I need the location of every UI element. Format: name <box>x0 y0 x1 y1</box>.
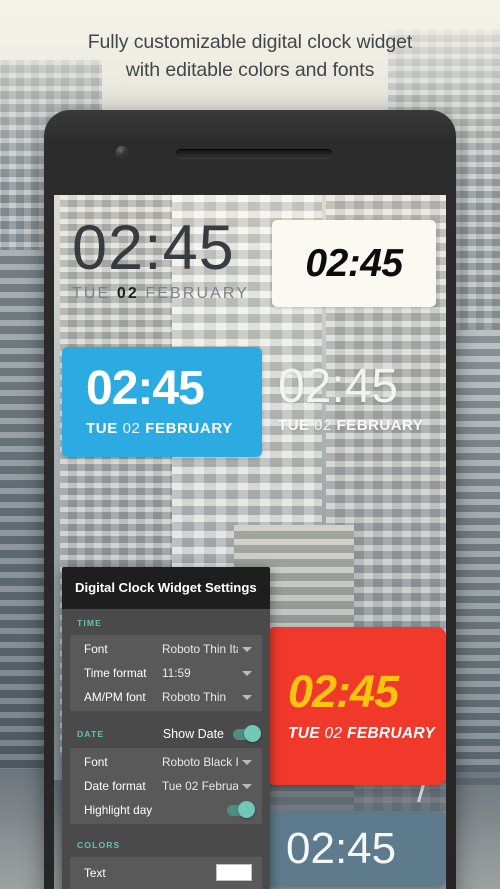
promo-headline: Fully customizable digital clock widget … <box>0 28 500 84</box>
headline-line-2: with editable colors and fonts <box>125 59 375 81</box>
chevron-down-icon[interactable] <box>242 759 252 765</box>
clock-widget-thin[interactable]: 02:45 TUE 02 FEBRUARY <box>72 217 249 303</box>
settings-panel-title: Digital Clock Widget Settings <box>62 567 270 609</box>
row-ampm-font-label: AM/PM font <box>84 690 146 704</box>
row-time-format-value: 11:59 <box>162 666 191 680</box>
section-header-time: TIME <box>77 618 102 628</box>
widget-red-date-prefix: TUE <box>288 725 325 742</box>
show-date-toggle[interactable] <box>233 725 261 742</box>
chevron-down-icon[interactable] <box>242 670 252 676</box>
clock-widget-blue[interactable]: 02:45 TUE 02 FEBRUARY <box>62 347 262 457</box>
highlight-day-toggle[interactable] <box>227 801 255 818</box>
widget-thin-date-prefix: TUE <box>72 285 117 302</box>
row-time-font-label: Font <box>84 642 108 656</box>
section-header-date: DATE Show Date <box>62 718 270 748</box>
widget-red-date-day: 02 <box>324 725 343 742</box>
widget-red-date: TUE 02 FEBRUARY <box>288 725 446 743</box>
widget-blue-date-prefix: TUE <box>86 420 123 437</box>
widget-transparent-date-suffix: FEBRUARY <box>331 417 424 434</box>
section-header-date-label: DATE <box>77 729 105 739</box>
clock-widget-transparent[interactable]: 02:45 TUE 02 FEBRUARY <box>278 360 423 435</box>
widget-red-date-suffix: FEBRUARY <box>342 725 436 742</box>
widget-transparent-date: TUE 02 FEBRUARY <box>278 417 423 434</box>
clock-widget-red[interactable]: 02:45 TUE 02 FEBRUARY <box>266 627 446 785</box>
time-settings-card: Font Roboto Thin Italic Time format 11:5… <box>70 635 262 711</box>
widget-transparent-time: 02:45 <box>278 360 399 413</box>
toggle-knob-icon <box>244 725 261 742</box>
row-date-font-label: Font <box>84 755 108 769</box>
toggle-knob-icon <box>238 801 255 818</box>
widget-thin-date: TUE 02 FEBRUARY <box>72 285 249 303</box>
row-date-format-value: Tue 02 February <box>162 779 238 793</box>
row-highlight-day[interactable]: Highlight day <box>70 798 262 822</box>
clock-widget-slate[interactable]: 02:45 <box>266 811 446 886</box>
settings-panel: Digital Clock Widget Settings TIME Font … <box>62 567 270 889</box>
row-date-format-label: Date format <box>84 779 146 793</box>
chevron-down-icon[interactable] <box>242 783 252 789</box>
phone-mockup: 02:45 TUE 02 FEBRUARY 02:45 02:45 TUE 02… <box>44 110 456 889</box>
row-time-font[interactable]: Font Roboto Thin Italic <box>70 637 262 661</box>
text-color-label: Text <box>84 865 106 880</box>
widget-slate-time: 02:45 <box>286 823 397 873</box>
front-camera-icon <box>116 146 128 158</box>
show-date-control[interactable]: Show Date <box>162 725 261 742</box>
widget-thin-date-day: 02 <box>116 285 139 302</box>
row-time-format-label: Time format <box>84 666 147 680</box>
widget-blue-time: 02:45 <box>86 362 205 415</box>
show-date-label: Show Date <box>162 727 224 741</box>
widget-blue-date-day: 02 <box>122 420 141 437</box>
text-color-swatch[interactable] <box>216 864 252 881</box>
row-date-font[interactable]: Font Roboto Black Itali <box>70 750 262 774</box>
row-date-format[interactable]: Date format Tue 02 February <box>70 774 262 798</box>
widget-red-time: 02:45 <box>288 666 399 717</box>
widget-white-time: 02:45 <box>305 242 403 285</box>
chevron-down-icon[interactable] <box>242 694 252 700</box>
colors-settings-card: Text Background <box>70 857 262 889</box>
widget-thin-date-suffix: FEBRUARY <box>138 285 250 302</box>
row-text-color[interactable]: Text <box>70 859 262 886</box>
earpiece-speaker-icon <box>176 149 332 158</box>
section-header-colors: COLORS <box>77 840 121 850</box>
widget-transparent-date-prefix: TUE <box>278 417 315 434</box>
widget-blue-date-suffix: FEBRUARY <box>140 420 233 437</box>
clock-widget-white[interactable]: 02:45 <box>272 220 436 307</box>
highlight-day-label: Highlight day <box>84 803 153 817</box>
row-ampm-font[interactable]: AM/PM font Roboto Thin <box>70 685 262 709</box>
widget-blue-date: TUE 02 FEBRUARY <box>86 420 262 437</box>
row-ampm-font-value: Roboto Thin <box>162 690 227 704</box>
widget-thin-time: 02:45 <box>72 213 235 283</box>
headline-line-1: Fully customizable digital clock widget <box>87 31 413 53</box>
row-time-format[interactable]: Time format 11:59 <box>70 661 262 685</box>
date-settings-card: Font Roboto Black Itali Date format Tue … <box>70 748 262 824</box>
phone-top-bezel <box>44 110 456 195</box>
row-date-font-value: Roboto Black Itali <box>162 755 238 769</box>
chevron-down-icon[interactable] <box>242 646 252 652</box>
widget-transparent-date-day: 02 <box>314 417 332 434</box>
phone-screen: 02:45 TUE 02 FEBRUARY 02:45 02:45 TUE 02… <box>54 195 446 889</box>
row-time-font-value: Roboto Thin Italic <box>162 642 238 656</box>
